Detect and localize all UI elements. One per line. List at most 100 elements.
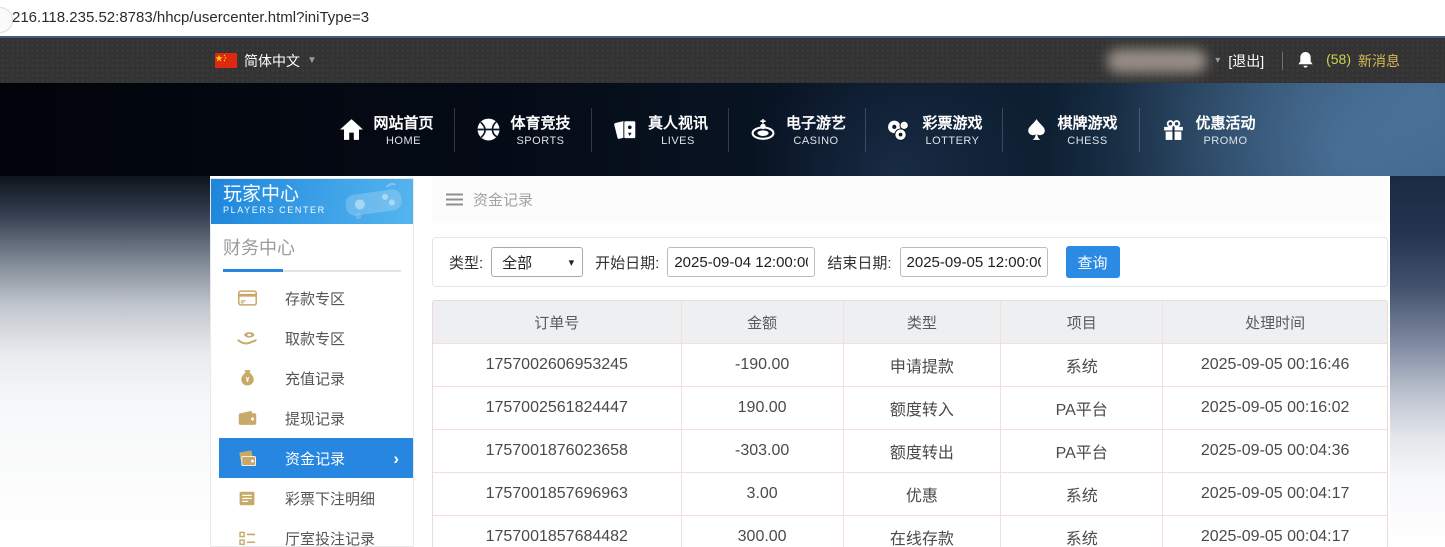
players-center-header: 玩家中心 PLAYERS CENTER: [211, 179, 413, 224]
browser-address-bar[interactable]: 216.118.235.52:8783/hhcp/usercenter.html…: [0, 0, 1445, 38]
table-cell: 1757001876023658: [433, 430, 681, 473]
language-selector[interactable]: 简体中文 ▼: [215, 51, 317, 71]
sidebar-item-label: 厅室投注记录: [285, 528, 375, 547]
table-cell: 在线存款: [843, 516, 1000, 547]
background-fade-left: [0, 176, 210, 547]
sidebar-item-recharge-records[interactable]: 充值记录: [219, 358, 413, 398]
table-header-row: 订单号 金额 类型 项目 处理时间: [433, 301, 1387, 344]
nav-label-zh: 体育竞技: [510, 112, 570, 133]
user-area: ▾ [退出] (58) 新消息: [1107, 49, 1400, 73]
spade-icon: [1025, 117, 1048, 142]
col-header-order-no: 订单号: [433, 301, 681, 344]
table-cell: 2025-09-05 00:16:46: [1163, 344, 1387, 387]
table-cell: 系统: [1001, 516, 1163, 547]
search-button[interactable]: 查询: [1066, 246, 1120, 278]
bell-icon[interactable]: [1297, 51, 1314, 70]
lottery-balls-icon: [886, 118, 913, 142]
finance-center-section: 财务中心: [211, 224, 413, 272]
hand-money-icon: [237, 328, 257, 348]
top-strip: 简体中文 ▼ ▾ [退出] (58) 新消息: [0, 38, 1445, 83]
message-count: (58): [1326, 51, 1351, 71]
page: 216.118.235.52:8783/hhcp/usercenter.html…: [0, 0, 1445, 547]
main-content: 资金记录 类型: 全部 ▾ 开始日期: 结束日期: 查询 订单号: [432, 176, 1388, 547]
nav-label-zh: 真人视讯: [648, 112, 708, 133]
table-cell: 3.00: [681, 473, 843, 516]
table-cell: 申请提款: [843, 344, 1000, 387]
breadcrumb: 资金记录: [432, 176, 1388, 223]
logout-link[interactable]: [退出]: [1228, 51, 1264, 71]
sidebar-item-label: 提现记录: [285, 408, 345, 429]
table-cell: -190.00: [681, 344, 843, 387]
language-label: 简体中文: [244, 51, 300, 71]
sidebar-item-funds-records[interactable]: 资金记录 ›: [219, 438, 413, 478]
nav-item-lottery[interactable]: 彩票游戏 LOTTERY: [866, 104, 1003, 156]
section-underline: [223, 270, 401, 272]
table-cell: 1757001857696963: [433, 473, 681, 516]
main-nav: 网站首页HOME 体育竞技 SPORTS 真人视讯 LIVES 电子游艺CASINO…: [0, 83, 1445, 176]
caret-down-icon: ▼: [307, 55, 317, 66]
nav-label-zh: 优惠活动: [1195, 112, 1255, 133]
table-cell: 2025-09-05 00:04:17: [1163, 473, 1387, 516]
col-header-type: 类型: [843, 301, 1000, 344]
nav-item-lives[interactable]: 真人视讯 LIVES: [592, 104, 729, 156]
money-bag-icon: [237, 368, 257, 388]
sidebar-item-label: 资金记录: [285, 448, 345, 469]
new-messages-link[interactable]: (58) 新消息: [1326, 51, 1400, 71]
caret-down-icon: ▾: [569, 256, 575, 269]
table-cell: 系统: [1001, 344, 1163, 387]
nav-item-home[interactable]: 网站首页HOME: [318, 104, 455, 156]
end-date-label: 结束日期:: [827, 252, 891, 273]
user-name-blurred[interactable]: [1107, 49, 1207, 73]
nav-label-zh: 棋牌游戏: [1057, 112, 1117, 133]
gift-icon: [1161, 117, 1186, 142]
roulette-icon: [749, 117, 777, 142]
sidebar-item-withdrawal-records[interactable]: 提现记录: [219, 398, 413, 438]
table-cell: 2025-09-05 00:04:17: [1163, 516, 1387, 547]
end-date-input[interactable]: [900, 247, 1048, 277]
table-cell: PA平台: [1001, 430, 1163, 473]
table-cell: 优惠: [843, 473, 1000, 516]
bank-card-icon: [237, 288, 257, 308]
sidebar: 玩家中心 PLAYERS CENTER 财务中心 存款专区 取款专区: [210, 178, 414, 547]
sidebar-item-withdraw-zone[interactable]: 取款专区: [219, 318, 413, 358]
funds-records-table: 订单号 金额 类型 项目 处理时间 1757002606953245-190.0…: [432, 300, 1388, 547]
nav-item-sports[interactable]: 体育竞技 SPORTS: [455, 104, 592, 156]
table-cell: 2025-09-05 00:16:02: [1163, 387, 1387, 430]
sidebar-item-room-bet-records[interactable]: 厅室投注记录: [219, 518, 413, 547]
table-cell: 300.00: [681, 516, 843, 547]
nav-label-en: LIVES: [661, 135, 695, 147]
table-row: 1757002606953245-190.00申请提款系统2025-09-05 …: [433, 344, 1387, 387]
sidebar-item-deposit-zone[interactable]: 存款专区: [219, 278, 413, 318]
table-row: 1757001876023658-303.00额度转出PA平台2025-09-0…: [433, 430, 1387, 473]
table-cell: -303.00: [681, 430, 843, 473]
sidebar-menu: 存款专区 取款专区 充值记录 提现记录: [211, 278, 413, 547]
breadcrumb-label: 资金记录: [473, 189, 533, 210]
start-date-label: 开始日期:: [595, 252, 659, 273]
nav-item-chess[interactable]: 棋牌游戏CHESS: [1003, 104, 1140, 156]
user-caret-down-icon[interactable]: ▾: [1215, 55, 1220, 66]
menu-bars-icon[interactable]: [446, 193, 463, 206]
sidebar-item-label: 存款专区: [285, 288, 345, 309]
nav-item-casino[interactable]: 电子游艺CASINO: [729, 104, 866, 156]
col-header-amount: 金额: [681, 301, 843, 344]
sidebar-item-label: 彩票下注明细: [285, 488, 375, 509]
nav-item-promo[interactable]: 优惠活动PROMO: [1140, 104, 1277, 156]
type-select-value: 全部: [502, 252, 532, 273]
col-header-time: 处理时间: [1163, 301, 1387, 344]
nav-label-en: CASINO: [793, 135, 838, 147]
page-url: 216.118.235.52:8783/hhcp/usercenter.html…: [12, 9, 369, 26]
nav-label-zh: 彩票游戏: [922, 112, 982, 133]
type-label: 类型:: [449, 252, 483, 273]
start-date-input[interactable]: [667, 247, 815, 277]
table-cell: 1757002606953245: [433, 344, 681, 387]
nav-label-en: SPORTS: [516, 135, 564, 147]
purse-icon: [237, 448, 257, 468]
col-header-project: 项目: [1001, 301, 1163, 344]
sidebar-item-lottery-bets[interactable]: 彩票下注明细: [219, 478, 413, 518]
type-select[interactable]: 全部 ▾: [491, 247, 583, 277]
china-flag-icon: [215, 53, 237, 68]
table-cell: PA平台: [1001, 387, 1163, 430]
chevron-right-icon: ›: [393, 450, 399, 467]
nav-label-en: LOTTERY: [925, 135, 979, 147]
cards-icon: [613, 117, 639, 143]
